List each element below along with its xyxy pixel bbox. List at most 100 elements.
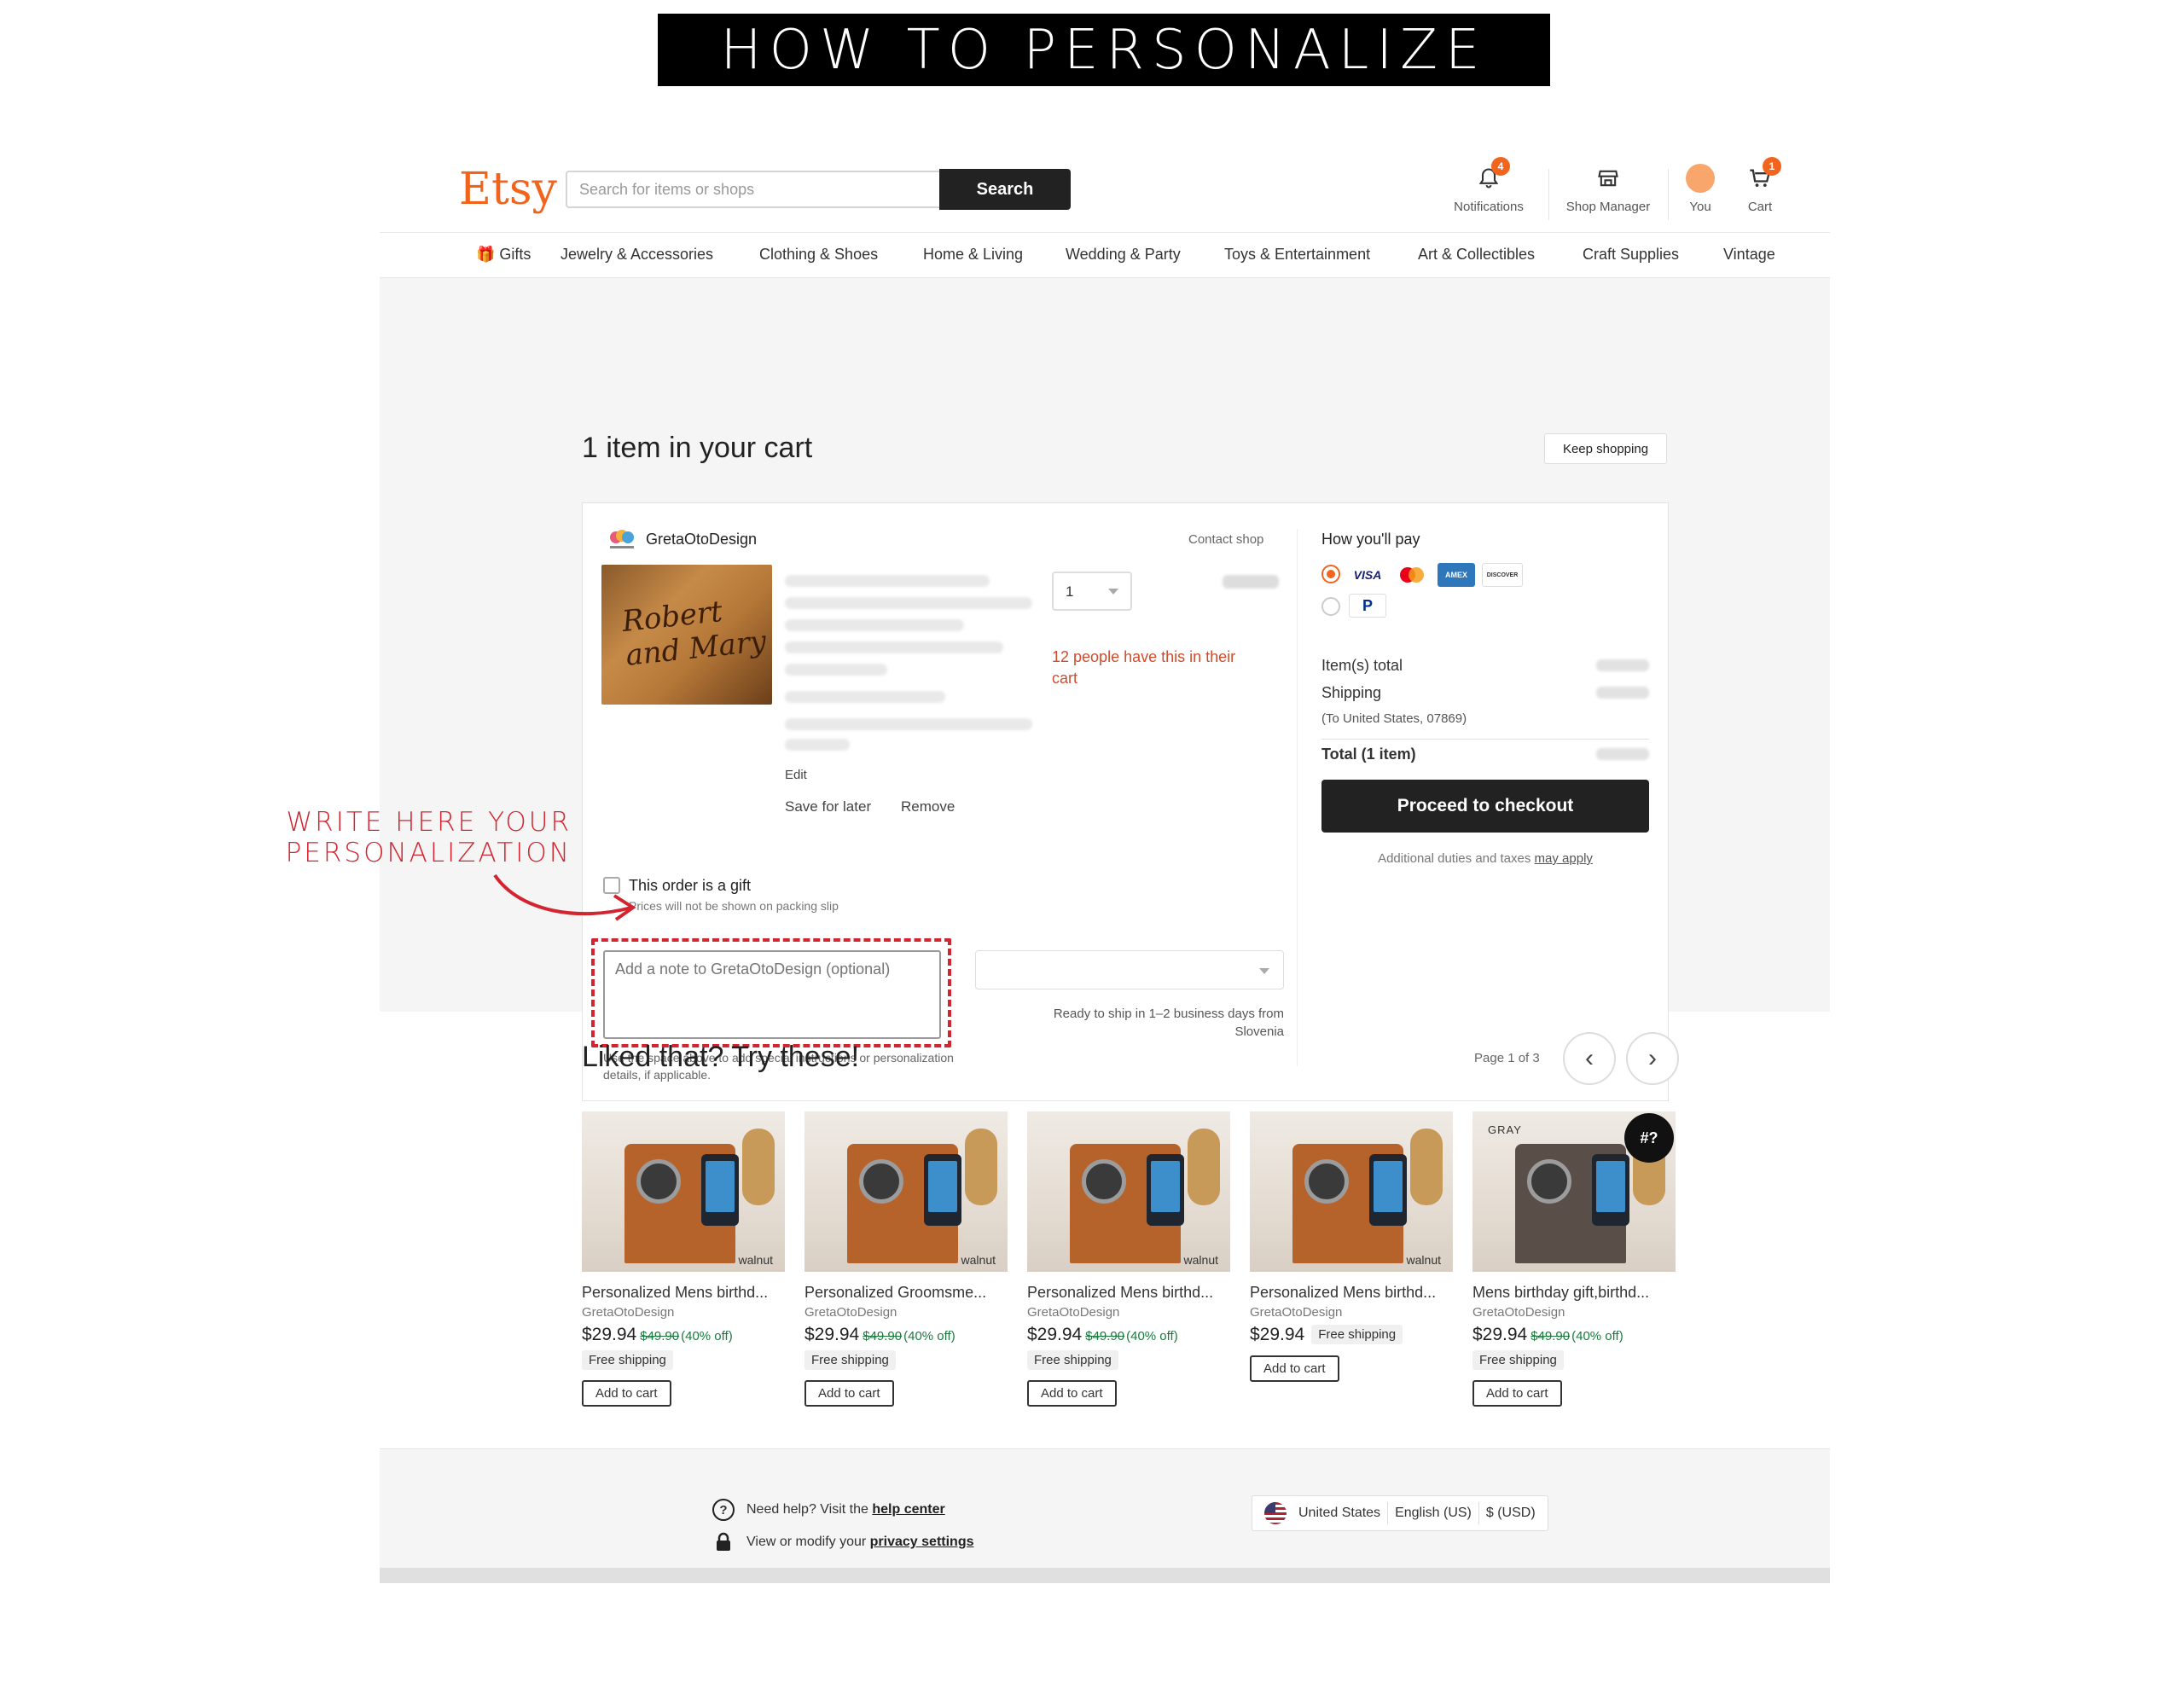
cart-icon: 1 [1745, 157, 1781, 193]
nav-item-gifts[interactable]: 🎁 Gifts [476, 246, 531, 264]
proceed-to-checkout-button[interactable]: Proceed to checkout [1321, 780, 1649, 833]
recommendation-title[interactable]: Personalized Mens birthd... [582, 1284, 785, 1302]
etsy-logo[interactable]: Etsy [459, 164, 557, 215]
nav-item-jewelry[interactable]: Jewelry & Accessories [561, 246, 713, 264]
avatar [1686, 164, 1715, 193]
phone [1369, 1154, 1407, 1226]
discover-icon: DISCOVER [1482, 563, 1523, 587]
shop-logo [607, 527, 637, 551]
recommendation-image[interactable]: walnut [1250, 1111, 1453, 1272]
add-to-cart-button[interactable]: Add to cart [1472, 1380, 1562, 1407]
shop-name[interactable]: GretaOtoDesign [646, 531, 757, 548]
recommendation-card[interactable]: walnut Personalized Mens birthd... Greta… [582, 1111, 785, 1407]
locale-settings-button[interactable]: United States English (US) $ (USD) [1252, 1495, 1548, 1531]
recommendation-card[interactable]: GRAY #? Mens birthday gift,birthd... Gre… [1472, 1111, 1676, 1407]
nav-item-clothing[interactable]: Clothing & Shoes [759, 246, 878, 264]
privacy-settings-link[interactable]: privacy settings [870, 1535, 974, 1550]
recommendation-card[interactable]: walnut Personalized Mens birthd... Greta… [1027, 1111, 1230, 1407]
watch [1082, 1159, 1126, 1204]
help-center-link[interactable]: help center [872, 1502, 944, 1517]
recommendation-title[interactable]: Personalized Mens birthd... [1250, 1284, 1453, 1302]
keep-shopping-button[interactable]: Keep shopping [1544, 433, 1667, 464]
nav-item-home[interactable]: Home & Living [923, 246, 1023, 264]
recommendation-image[interactable]: walnut [804, 1111, 1008, 1272]
product-option-blurred [785, 691, 945, 703]
remove-link[interactable]: Remove [901, 798, 955, 815]
shipping-value-blurred [1596, 687, 1649, 699]
notifications-button[interactable]: 4 Notifications [1438, 157, 1540, 223]
notifications-label: Notifications [1454, 200, 1524, 214]
add-to-cart-button[interactable]: Add to cart [1027, 1380, 1117, 1407]
product-option-blurred [785, 718, 1032, 730]
nav-item-toys[interactable]: Toys & Entertainment [1224, 246, 1370, 264]
recommendation-image[interactable]: GRAY #? [1472, 1111, 1676, 1272]
recommendation-price: $29.94 Free shipping [1250, 1325, 1453, 1345]
quantity-select[interactable]: 1 [1052, 572, 1132, 611]
nav-item-craft[interactable]: Craft Supplies [1583, 246, 1679, 264]
locale-separator [1478, 1502, 1479, 1524]
phone [1592, 1154, 1629, 1226]
search-button[interactable]: Search [939, 169, 1071, 210]
recommendation-card[interactable]: walnut Personalized Groomsme... GretaOto… [804, 1111, 1008, 1407]
nav-item-art[interactable]: Art & Collectibles [1418, 246, 1535, 264]
cart-button[interactable]: 1 Cart [1736, 157, 1784, 223]
next-page-button[interactable]: › [1626, 1032, 1679, 1085]
phone [924, 1154, 961, 1226]
summary-divider [1321, 739, 1649, 740]
recommendation-shop[interactable]: GretaOtoDesign [582, 1305, 785, 1320]
shipping-select[interactable] [975, 950, 1284, 989]
us-flag-icon [1264, 1502, 1287, 1524]
wood-tag: walnut [1183, 1253, 1218, 1267]
paypal-payment-radio[interactable] [1321, 597, 1340, 616]
screenshot-bottom-bar [380, 1568, 1830, 1583]
recommendation-shop[interactable]: GretaOtoDesign [1027, 1305, 1230, 1320]
recommendation-shop[interactable]: GretaOtoDesign [1250, 1305, 1453, 1320]
product-title-blurred [785, 619, 964, 631]
card-payment-radio[interactable] [1321, 565, 1340, 583]
recommendation-image[interactable]: walnut [582, 1111, 785, 1272]
add-to-cart-button[interactable]: Add to cart [804, 1380, 894, 1407]
free-shipping-badge: Free shipping [1472, 1350, 1564, 1370]
product-image[interactable]: Robert and Mary [601, 565, 772, 705]
chevron-down-icon [1259, 968, 1269, 974]
phone [701, 1154, 739, 1226]
note-to-seller-input[interactable] [603, 950, 941, 1039]
language-label: English (US) [1395, 1506, 1472, 1520]
watch [1527, 1159, 1571, 1204]
recommendation-shop[interactable]: GretaOtoDesign [804, 1305, 1008, 1320]
header-divider [1548, 169, 1549, 220]
shipping-row: Shipping [1321, 684, 1649, 702]
add-to-cart-button[interactable]: Add to cart [582, 1380, 671, 1407]
recommendation-title[interactable]: Personalized Mens birthd... [1027, 1284, 1230, 1302]
shipping-destination[interactable]: (To United States, 07869) [1321, 711, 1649, 726]
glasses [1410, 1129, 1443, 1205]
search-input[interactable]: Search for items or shops [566, 171, 941, 208]
amex-icon: AMEX [1438, 563, 1475, 587]
shop-manager-label: Shop Manager [1565, 200, 1651, 214]
recommendation-title[interactable]: Personalized Groomsme... [804, 1284, 1008, 1302]
product-option-blurred [785, 739, 850, 751]
save-for-later-link[interactable]: Save for later [785, 798, 871, 815]
recommendation-shop[interactable]: GretaOtoDesign [1472, 1305, 1676, 1320]
recommendation-title[interactable]: Mens birthday gift,birthd... [1472, 1284, 1676, 1302]
may-apply-link[interactable]: may apply [1535, 851, 1593, 866]
wood-tag: walnut [1406, 1253, 1441, 1267]
edit-link[interactable]: Edit [785, 768, 807, 782]
nav-item-wedding[interactable]: Wedding & Party [1066, 246, 1181, 264]
cart-label: Cart [1747, 200, 1773, 214]
recommendation-image[interactable]: walnut [1027, 1111, 1230, 1272]
you-label: You [1689, 200, 1711, 214]
question-icon: ? [712, 1499, 735, 1521]
nav-item-vintage[interactable]: Vintage [1723, 246, 1775, 264]
cart-badge: 1 [1763, 157, 1781, 176]
you-menu-button[interactable]: You [1676, 164, 1724, 223]
recommendation-price: $29.94 $49.90 (40% off) [804, 1325, 956, 1344]
recommendation-card[interactable]: walnut Personalized Mens birthd... Greta… [1250, 1111, 1453, 1382]
items-total-value-blurred [1596, 659, 1649, 671]
prev-page-button[interactable]: ‹ [1563, 1032, 1616, 1085]
glasses [965, 1129, 997, 1205]
add-to-cart-button[interactable]: Add to cart [1250, 1355, 1339, 1382]
shop-manager-button[interactable]: Shop Manager [1557, 164, 1659, 223]
page-indicator: Page 1 of 3 [1474, 1051, 1540, 1065]
contact-shop-link[interactable]: Contact shop [1188, 532, 1263, 547]
